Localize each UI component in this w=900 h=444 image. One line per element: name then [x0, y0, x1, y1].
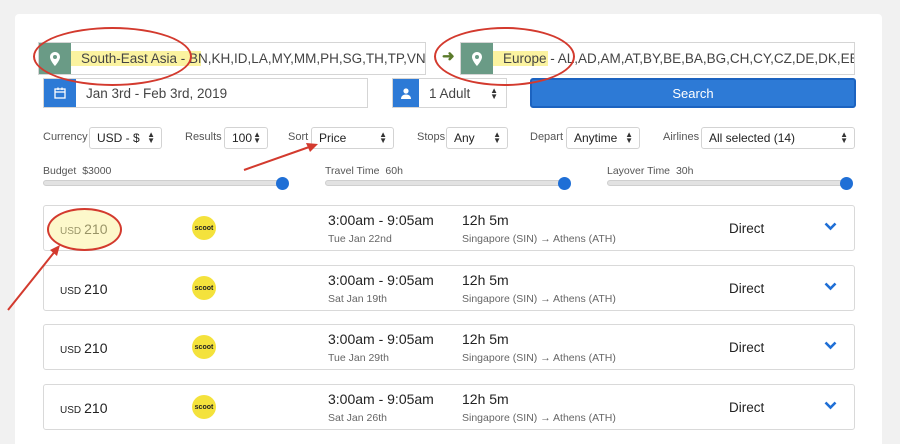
layover-time-value: 30h: [675, 165, 694, 177]
result-amount: 210: [84, 400, 108, 416]
search-button[interactable]: Search: [530, 78, 856, 108]
chevron-down-icon[interactable]: [824, 222, 837, 231]
result-duration: 12h 5m: [462, 391, 509, 407]
stops-label: Stops: [417, 131, 446, 143]
airlines-value: All selected (14): [709, 131, 796, 145]
result-route: Singapore (SIN) → Athens (ATH): [462, 352, 616, 364]
result-price: USD 210: [60, 281, 107, 297]
travel-time-value: 60h: [385, 165, 403, 177]
result-amount: 210: [84, 221, 108, 237]
date-range-value: Jan 3rd - Feb 3rd, 2019: [86, 85, 228, 101]
map-pin-icon: [461, 43, 493, 74]
currency-value: USD - $: [97, 131, 140, 145]
result-price: USD 210: [60, 340, 107, 356]
result-time: 3:00am - 9:05am: [328, 272, 434, 288]
result-date: Sat Jan 19th: [328, 293, 387, 305]
result-row[interactable]: USD 210 scoot 3:00am - 9:05am Tue Jan 29t…: [43, 324, 855, 370]
budget-value: $3000: [82, 165, 112, 177]
calendar-icon: [44, 79, 76, 107]
airlines-label: Airlines: [663, 131, 700, 143]
layover-time-label-text: Layover Time: [607, 165, 671, 177]
sort-value: Price: [319, 131, 347, 145]
sort-caret-icon: ▲ ▼: [490, 86, 498, 101]
airline-logo: scoot: [192, 395, 216, 419]
budget-label-text: Budget: [43, 165, 77, 177]
result-duration: 12h 5m: [462, 212, 509, 228]
results-select[interactable]: 100 ▲ ▼: [224, 127, 268, 149]
sort-caret-icon: ▲ ▼: [493, 130, 501, 145]
chevron-down-icon[interactable]: [824, 282, 837, 291]
travel-time-slider-track[interactable]: [325, 180, 570, 186]
result-row[interactable]: USD 210 scoot 3:00am - 9:05am Sat Jan 19t…: [43, 265, 855, 311]
depart-select[interactable]: Anytime ▲ ▼: [566, 127, 640, 149]
result-date: Sat Jan 26th: [328, 412, 387, 424]
airline-logo: scoot: [192, 216, 216, 240]
result-duration: 12h 5m: [462, 331, 509, 347]
origin-field[interactable]: South-East Asia - BN,KH,ID,LA,MY,MM,PH,S…: [38, 42, 426, 75]
layover-time-slider-handle[interactable]: [840, 177, 853, 190]
depart-value: Anytime: [574, 131, 618, 145]
results-label: Results: [185, 131, 222, 143]
destination-value: Europe - AL,AD,AM,AT,BY,BE,BA,BG,CH,CY,C…: [493, 51, 854, 66]
result-route: Singapore (SIN) → Athens (ATH): [462, 293, 616, 305]
airline-logo: scoot: [192, 335, 216, 359]
result-price: USD 210: [60, 221, 107, 237]
currency-label: Currency: [43, 131, 88, 143]
chevron-down-icon[interactable]: [824, 401, 837, 410]
airline-logo: scoot: [192, 276, 216, 300]
sort-caret-icon: ▲ ▼: [253, 130, 261, 145]
currency-select[interactable]: USD - $ ▲ ▼: [89, 127, 162, 149]
result-row[interactable]: USD 210 scoot 3:00am - 9:05am Tue Jan 22n…: [43, 205, 855, 251]
date-range-field[interactable]: Jan 3rd - Feb 3rd, 2019: [43, 78, 368, 108]
results-value: 100: [232, 131, 253, 145]
budget-label: Budget $3000: [43, 165, 111, 177]
result-stops: Direct: [729, 400, 765, 415]
layover-time-label: Layover Time 30h: [607, 165, 693, 177]
user-icon: [393, 79, 419, 107]
arrow-right-icon: ➜: [442, 48, 455, 65]
result-stops: Direct: [729, 221, 765, 236]
result-price: USD 210: [60, 400, 107, 416]
result-duration: 12h 5m: [462, 272, 509, 288]
result-time: 3:00am - 9:05am: [328, 331, 434, 347]
map-pin-icon: [39, 43, 71, 74]
sort-caret-icon: ▲ ▼: [625, 130, 633, 145]
result-route: Singapore (SIN) → Athens (ATH): [462, 412, 616, 424]
result-currency: USD: [60, 226, 82, 237]
travel-time-slider-handle[interactable]: [558, 177, 571, 190]
budget-slider-handle[interactable]: [276, 177, 289, 190]
depart-label: Depart: [530, 131, 564, 143]
result-date: Tue Jan 22nd: [328, 233, 392, 245]
origin-value: South-East Asia - BN,KH,ID,LA,MY,MM,PH,S…: [71, 51, 425, 66]
sort-label: Sort: [288, 131, 309, 143]
result-time: 3:00am - 9:05am: [328, 391, 434, 407]
sort-caret-icon: ▲ ▼: [840, 130, 848, 145]
stops-value: Any: [454, 131, 475, 145]
travel-time-label-text: Travel Time: [325, 165, 380, 177]
airlines-select[interactable]: All selected (14) ▲ ▼: [701, 127, 855, 149]
chevron-down-icon[interactable]: [824, 341, 837, 350]
travel-time-label: Travel Time 60h: [325, 165, 403, 177]
sort-select[interactable]: Price ▲ ▼: [311, 127, 394, 149]
sort-caret-icon: ▲ ▼: [147, 130, 155, 145]
result-currency: USD: [60, 405, 82, 416]
result-stops: Direct: [729, 281, 765, 296]
result-row[interactable]: USD 210 scoot 3:00am - 9:05am Sat Jan 26t…: [43, 384, 855, 430]
result-currency: USD: [60, 345, 82, 356]
stops-select[interactable]: Any ▲ ▼: [446, 127, 508, 149]
result-date: Tue Jan 29th: [328, 352, 389, 364]
result-route: Singapore (SIN) → Athens (ATH): [462, 233, 616, 245]
passengers-select[interactable]: 1 Adult ▲ ▼: [392, 78, 507, 108]
result-currency: USD: [60, 286, 82, 297]
layover-time-slider-track[interactable]: [607, 180, 852, 186]
sort-caret-icon: ▲ ▼: [379, 130, 387, 145]
destination-field[interactable]: Europe - AL,AD,AM,AT,BY,BE,BA,BG,CH,CY,C…: [460, 42, 855, 75]
result-amount: 210: [84, 281, 108, 297]
result-amount: 210: [84, 340, 108, 356]
result-time: 3:00am - 9:05am: [328, 212, 434, 228]
result-stops: Direct: [729, 340, 765, 355]
budget-slider-track[interactable]: [43, 180, 288, 186]
